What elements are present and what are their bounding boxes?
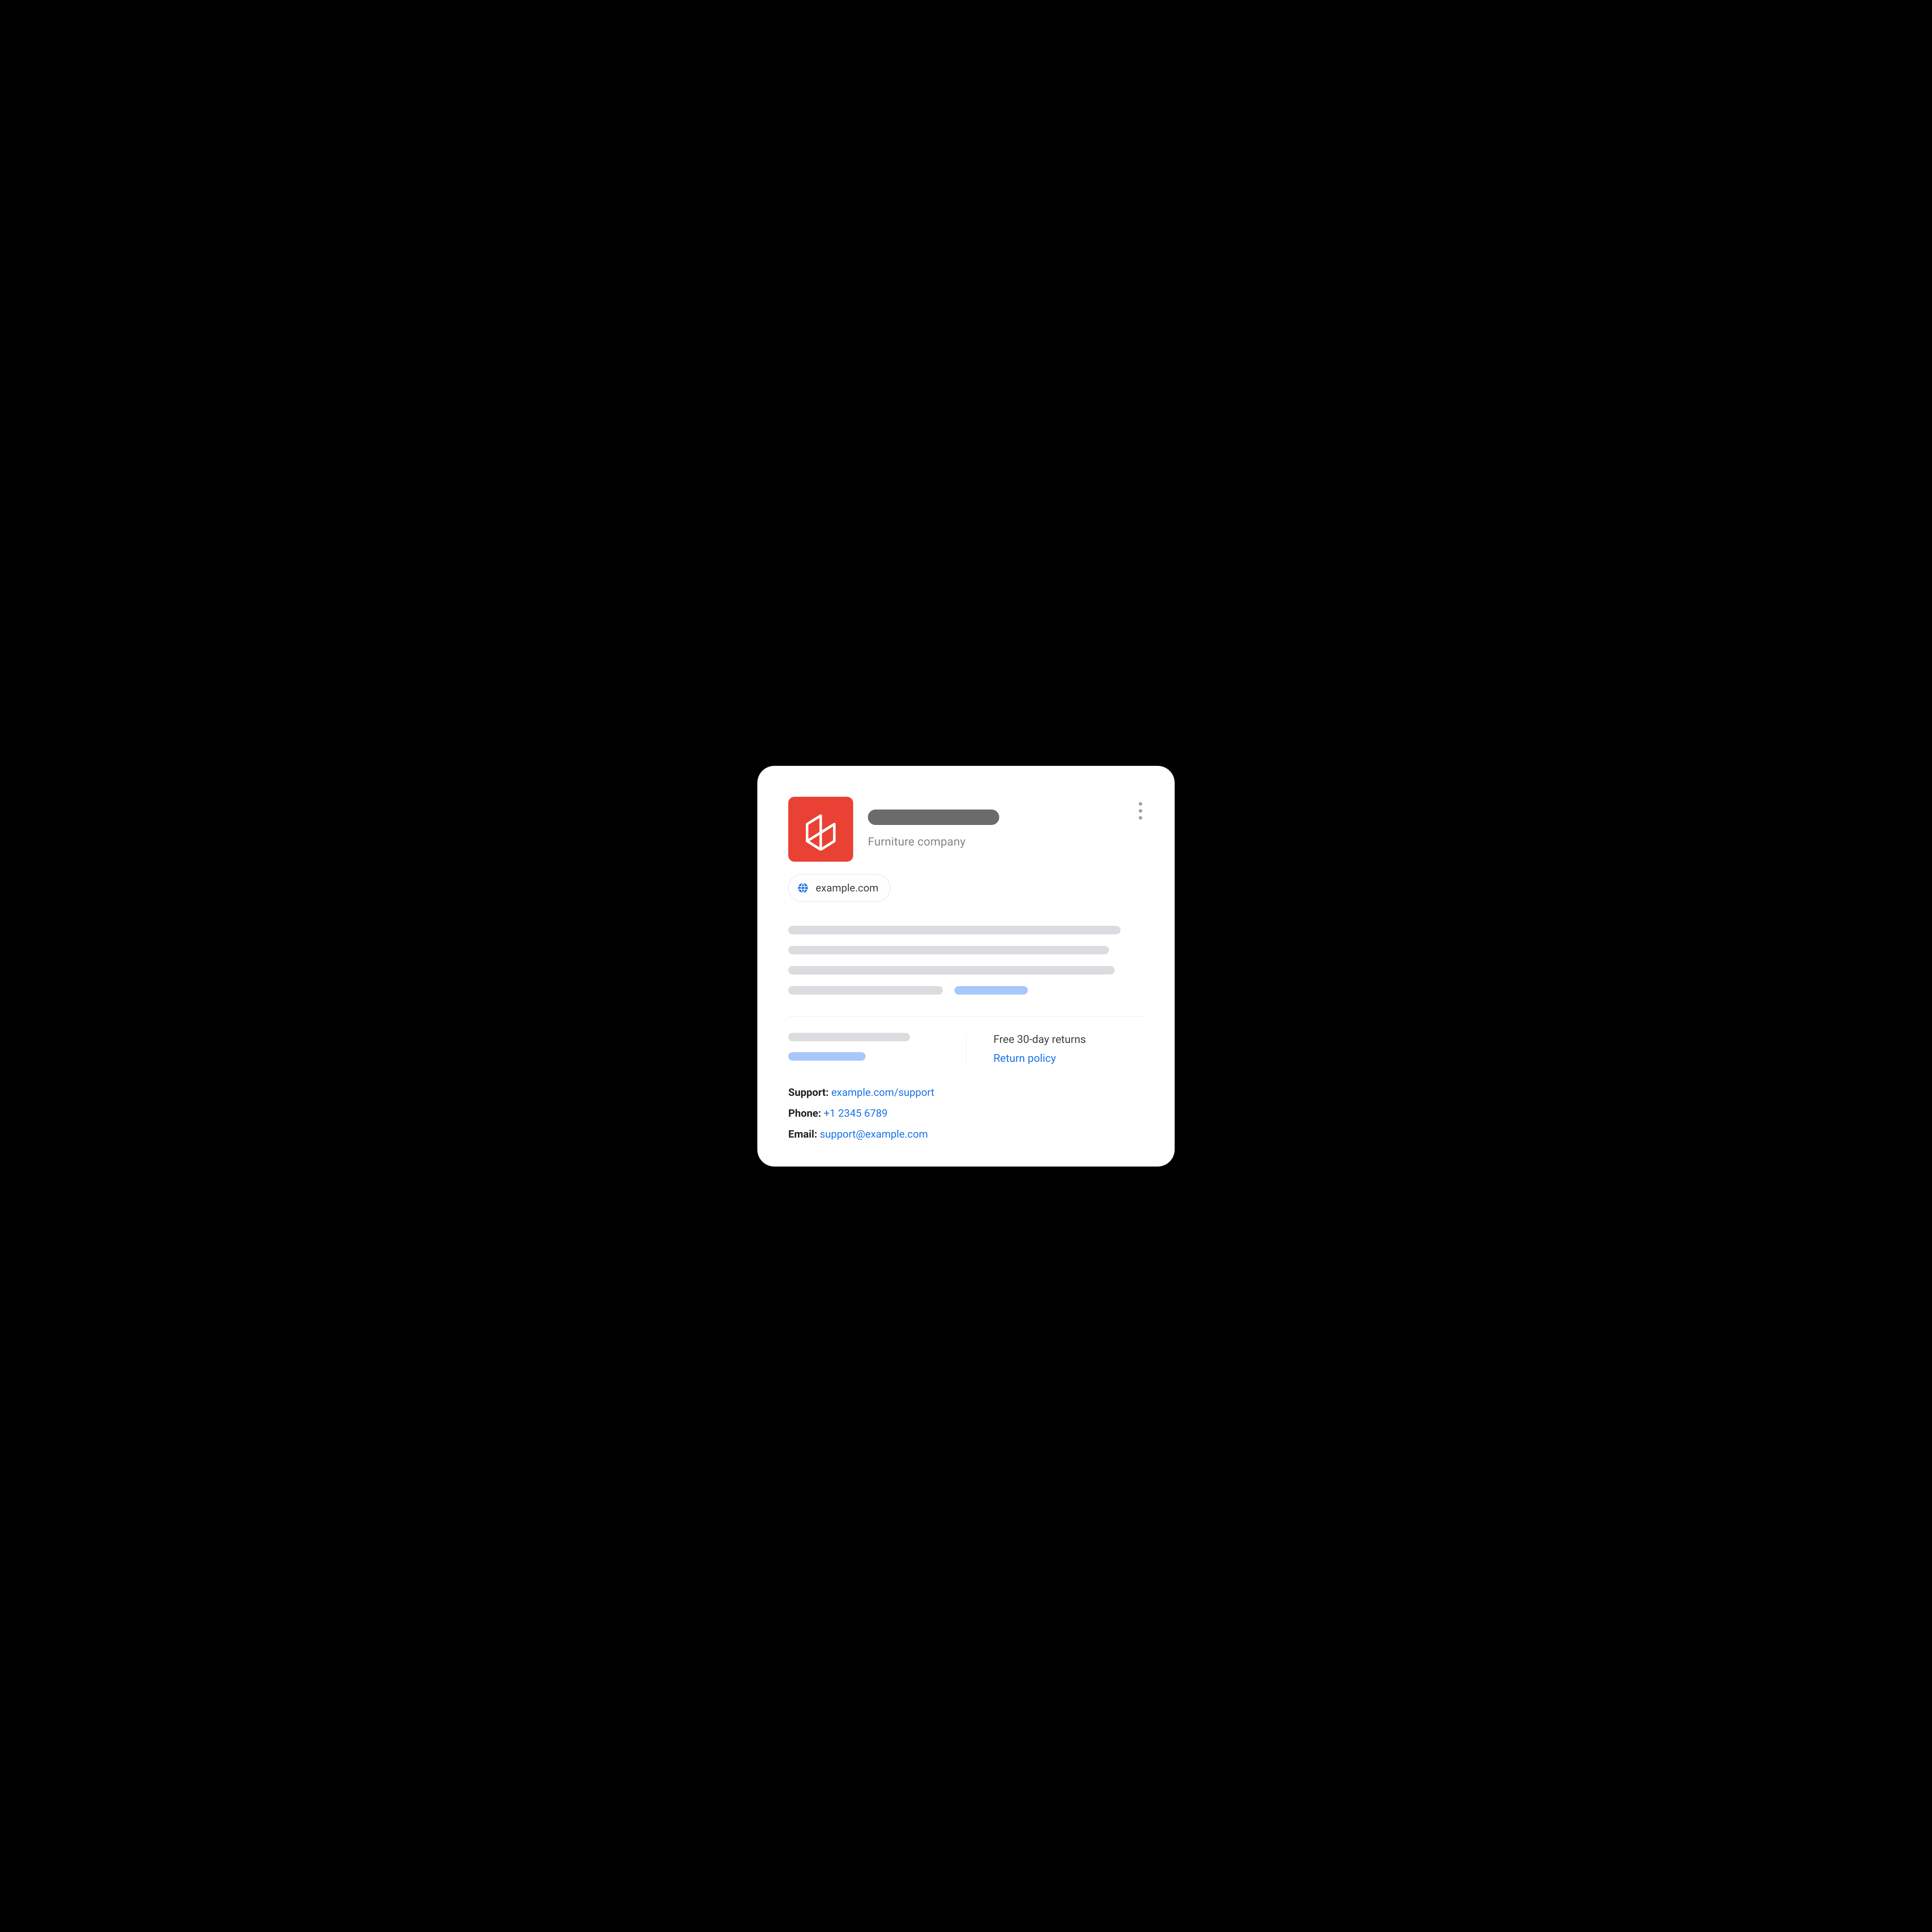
- support-link[interactable]: example.com/support: [831, 1086, 934, 1099]
- title-block: Furniture company: [868, 810, 1144, 849]
- business-name-placeholder: [868, 810, 999, 825]
- info-columns: Free 30-day returns Return policy: [788, 1033, 1144, 1065]
- support-row: Support: example.com/support: [788, 1086, 1144, 1099]
- phone-link[interactable]: +1 2345 6789: [824, 1107, 888, 1119]
- text-placeholder-line: [788, 946, 1109, 954]
- globe-icon: [797, 882, 809, 894]
- text-placeholder-line: [788, 966, 1115, 975]
- link-placeholder: [788, 1052, 866, 1061]
- phone-row: Phone: +1 2345 6789: [788, 1107, 1144, 1119]
- returns-headline: Free 30-day returns: [993, 1033, 1144, 1046]
- panel-header: Furniture company: [788, 797, 1144, 862]
- chair-icon: [804, 808, 838, 850]
- website-chip-label: example.com: [816, 882, 878, 894]
- more-options-button[interactable]: [1134, 802, 1146, 820]
- business-knowledge-panel: Furniture company example.com Free 30-da…: [757, 766, 1175, 1167]
- email-link[interactable]: support@example.com: [820, 1128, 928, 1140]
- business-category: Furniture company: [868, 835, 1144, 849]
- return-policy-link[interactable]: Return policy: [993, 1052, 1144, 1065]
- contact-section: Support: example.com/support Phone: +1 2…: [788, 1086, 1144, 1140]
- info-left-placeholder: [788, 1033, 966, 1065]
- email-label: Email:: [788, 1128, 817, 1140]
- brand-logo: [788, 797, 853, 862]
- text-placeholder-line: [788, 986, 943, 995]
- returns-section: Free 30-day returns Return policy: [966, 1033, 1144, 1065]
- description-placeholder: [788, 926, 1144, 995]
- phone-label: Phone:: [788, 1107, 821, 1119]
- link-placeholder: [954, 986, 1028, 995]
- section-divider: [788, 1016, 1144, 1017]
- website-chip[interactable]: example.com: [788, 874, 890, 902]
- email-row: Email: support@example.com: [788, 1128, 1144, 1140]
- text-placeholder-line: [788, 1033, 910, 1041]
- support-label: Support:: [788, 1086, 829, 1099]
- text-placeholder-line: [788, 926, 1121, 934]
